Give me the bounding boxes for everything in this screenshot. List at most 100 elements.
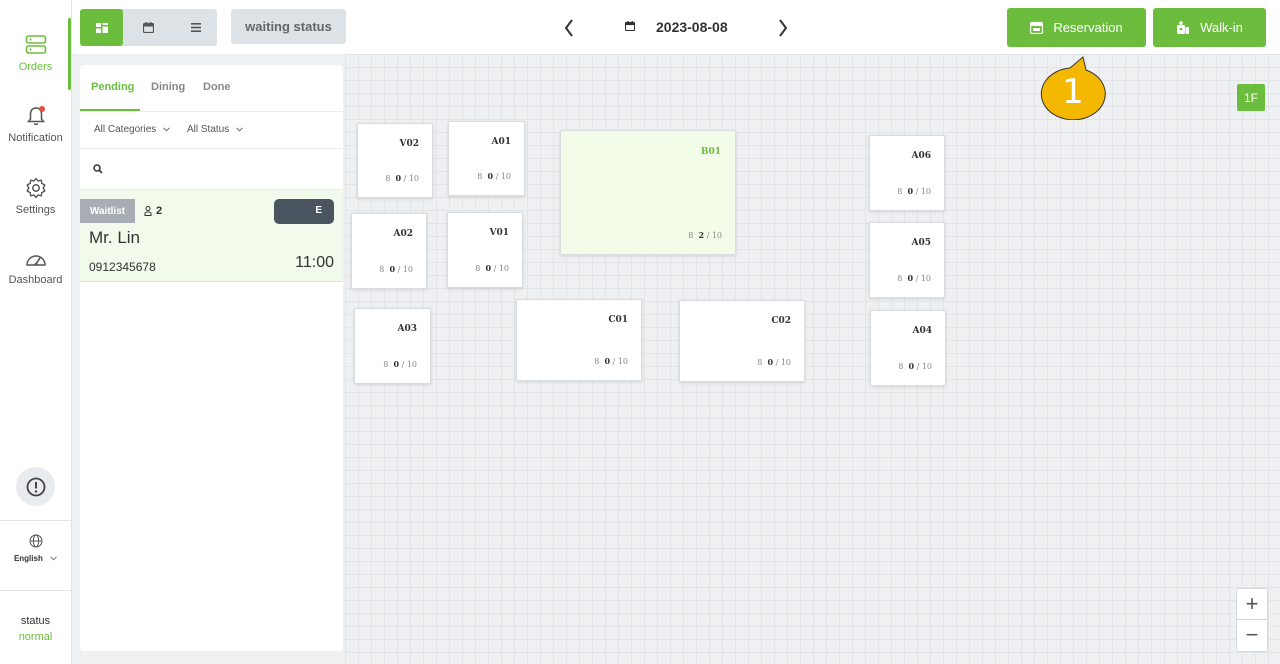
language-selector[interactable]: English bbox=[0, 534, 71, 563]
table-name: A05 bbox=[911, 238, 931, 248]
chevron-right-icon[interactable] bbox=[774, 14, 792, 42]
filter-bar: All Categories All Status bbox=[80, 112, 343, 149]
status-filter[interactable]: All Status bbox=[187, 124, 243, 135]
globe-icon bbox=[29, 534, 42, 548]
help-button[interactable] bbox=[16, 467, 55, 506]
table-a04[interactable]: A04 8 0 / 10 bbox=[870, 310, 946, 386]
table-name: A01 bbox=[491, 137, 511, 147]
floor-level-button[interactable]: 1F bbox=[1237, 84, 1265, 111]
divider bbox=[0, 590, 71, 591]
reservation-button[interactable]: Reservation bbox=[1007, 8, 1146, 47]
table-v02[interactable]: V02 8 0 / 10 bbox=[357, 123, 433, 198]
date-navigator: 2023-08-08 bbox=[560, 14, 800, 42]
view-toggle bbox=[80, 9, 217, 46]
table-c01[interactable]: C01 8 0 / 10 bbox=[516, 299, 642, 381]
chevron-down-icon bbox=[236, 127, 243, 132]
table-a03[interactable]: A03 8 0 / 10 bbox=[354, 308, 431, 384]
walkin-button[interactable]: Walk-in bbox=[1153, 8, 1266, 47]
reservation-time: 11:00 bbox=[295, 254, 334, 271]
tab-done[interactable]: Done bbox=[203, 81, 231, 93]
calendar-icon bbox=[1030, 21, 1044, 34]
chevron-left-icon[interactable] bbox=[560, 14, 578, 42]
status-value: normal bbox=[18, 631, 53, 643]
table-capacity: 8 0 / 10 bbox=[897, 273, 931, 283]
category-filter[interactable]: All Categories bbox=[94, 124, 170, 135]
divider bbox=[0, 520, 71, 521]
grid-view-icon bbox=[95, 22, 108, 33]
status-badge: Waitlist bbox=[80, 199, 135, 223]
sidebar-item-label: Dashboard bbox=[8, 274, 63, 286]
table-capacity: 8 0 / 10 bbox=[757, 357, 791, 367]
guest-count: 2 bbox=[144, 205, 162, 217]
edit-order-button[interactable]: E bbox=[274, 199, 334, 224]
current-date[interactable]: 2023-08-08 bbox=[656, 19, 728, 35]
table-capacity: 8 2 / 10 bbox=[688, 230, 722, 240]
table-b01[interactable]: B01 8 2 / 10 bbox=[560, 130, 736, 255]
zoom-controls: + − bbox=[1236, 588, 1268, 652]
tab-dining[interactable]: Dining bbox=[151, 81, 185, 93]
customer-name: Mr. Lin bbox=[89, 228, 141, 247]
table-a02[interactable]: A02 8 0 / 10 bbox=[351, 213, 427, 289]
bell-icon bbox=[26, 106, 45, 126]
gear-icon bbox=[26, 177, 45, 199]
waiting-status-button[interactable]: waiting status bbox=[231, 9, 346, 44]
dashboard-icon bbox=[25, 255, 46, 266]
zoom-out-button[interactable]: − bbox=[1237, 620, 1267, 650]
walkin-label: Walk-in bbox=[1200, 20, 1243, 35]
table-a05[interactable]: A05 8 0 / 10 bbox=[869, 222, 945, 298]
person-icon bbox=[144, 206, 152, 216]
search-input[interactable] bbox=[80, 149, 343, 190]
chevron-down-icon bbox=[50, 556, 57, 561]
sidebar-item-notification[interactable]: Notification bbox=[0, 105, 71, 144]
table-name: V01 bbox=[489, 228, 509, 238]
reservation-label: Reservation bbox=[1053, 20, 1123, 35]
table-capacity: 8 0 / 10 bbox=[897, 186, 931, 196]
zoom-in-button[interactable]: + bbox=[1237, 589, 1267, 619]
walk-in-icon bbox=[1177, 20, 1190, 34]
list-view-button[interactable] bbox=[174, 9, 217, 46]
table-a06[interactable]: A06 8 0 / 10 bbox=[869, 135, 945, 211]
active-tab-indicator bbox=[80, 109, 140, 111]
sidebar-item-orders[interactable]: Orders bbox=[0, 34, 71, 73]
table-capacity: 8 0 / 10 bbox=[475, 263, 509, 273]
floor-view-button[interactable] bbox=[80, 9, 123, 46]
table-c02[interactable]: C02 8 0 / 10 bbox=[679, 300, 805, 382]
sidebar-item-label: Notification bbox=[8, 132, 63, 144]
annotation-callout: 1 bbox=[1040, 56, 1106, 121]
sidebar: Orders Notification Settings Dashboard E… bbox=[0, 0, 72, 664]
table-name: A03 bbox=[397, 324, 417, 334]
orders-panel: Pending Dining Done All Categories All S… bbox=[80, 65, 343, 651]
table-name: A06 bbox=[911, 151, 931, 161]
table-capacity: 8 0 / 10 bbox=[385, 173, 419, 183]
order-tabs: Pending Dining Done bbox=[80, 65, 343, 112]
status-label: status bbox=[20, 615, 51, 627]
calendar-view-button[interactable] bbox=[127, 9, 170, 46]
search-icon bbox=[93, 164, 103, 174]
sidebar-item-label: Orders bbox=[18, 61, 53, 73]
calendar-icon bbox=[625, 21, 635, 31]
sidebar-item-settings[interactable]: Settings bbox=[0, 177, 71, 216]
tab-pending[interactable]: Pending bbox=[91, 81, 134, 93]
table-name: C01 bbox=[608, 315, 628, 325]
orders-icon bbox=[25, 35, 46, 54]
exclamation-icon bbox=[26, 477, 45, 496]
order-card[interactable]: Waitlist 2 E Mr. Lin 0912345678 11:00 bbox=[80, 190, 343, 282]
callout-number: 1 bbox=[1062, 72, 1084, 112]
table-name: B01 bbox=[700, 147, 721, 157]
table-name: V02 bbox=[399, 139, 419, 149]
table-capacity: 8 0 / 10 bbox=[379, 264, 413, 274]
table-name: A04 bbox=[912, 326, 932, 336]
customer-phone: 0912345678 bbox=[89, 260, 156, 274]
table-a01[interactable]: A01 8 0 / 10 bbox=[448, 121, 525, 196]
sidebar-item-label: Settings bbox=[15, 204, 56, 216]
table-capacity: 8 0 / 10 bbox=[898, 361, 932, 371]
chevron-down-icon bbox=[163, 127, 170, 132]
table-name: C02 bbox=[771, 316, 791, 326]
list-icon bbox=[190, 23, 201, 32]
table-name: A02 bbox=[393, 229, 413, 239]
table-capacity: 8 0 / 10 bbox=[477, 171, 511, 181]
sidebar-item-dashboard[interactable]: Dashboard bbox=[0, 249, 71, 286]
table-v01[interactable]: V01 8 0 / 10 bbox=[447, 212, 523, 288]
system-status: status normal bbox=[0, 613, 71, 645]
language-label: English bbox=[13, 554, 43, 563]
